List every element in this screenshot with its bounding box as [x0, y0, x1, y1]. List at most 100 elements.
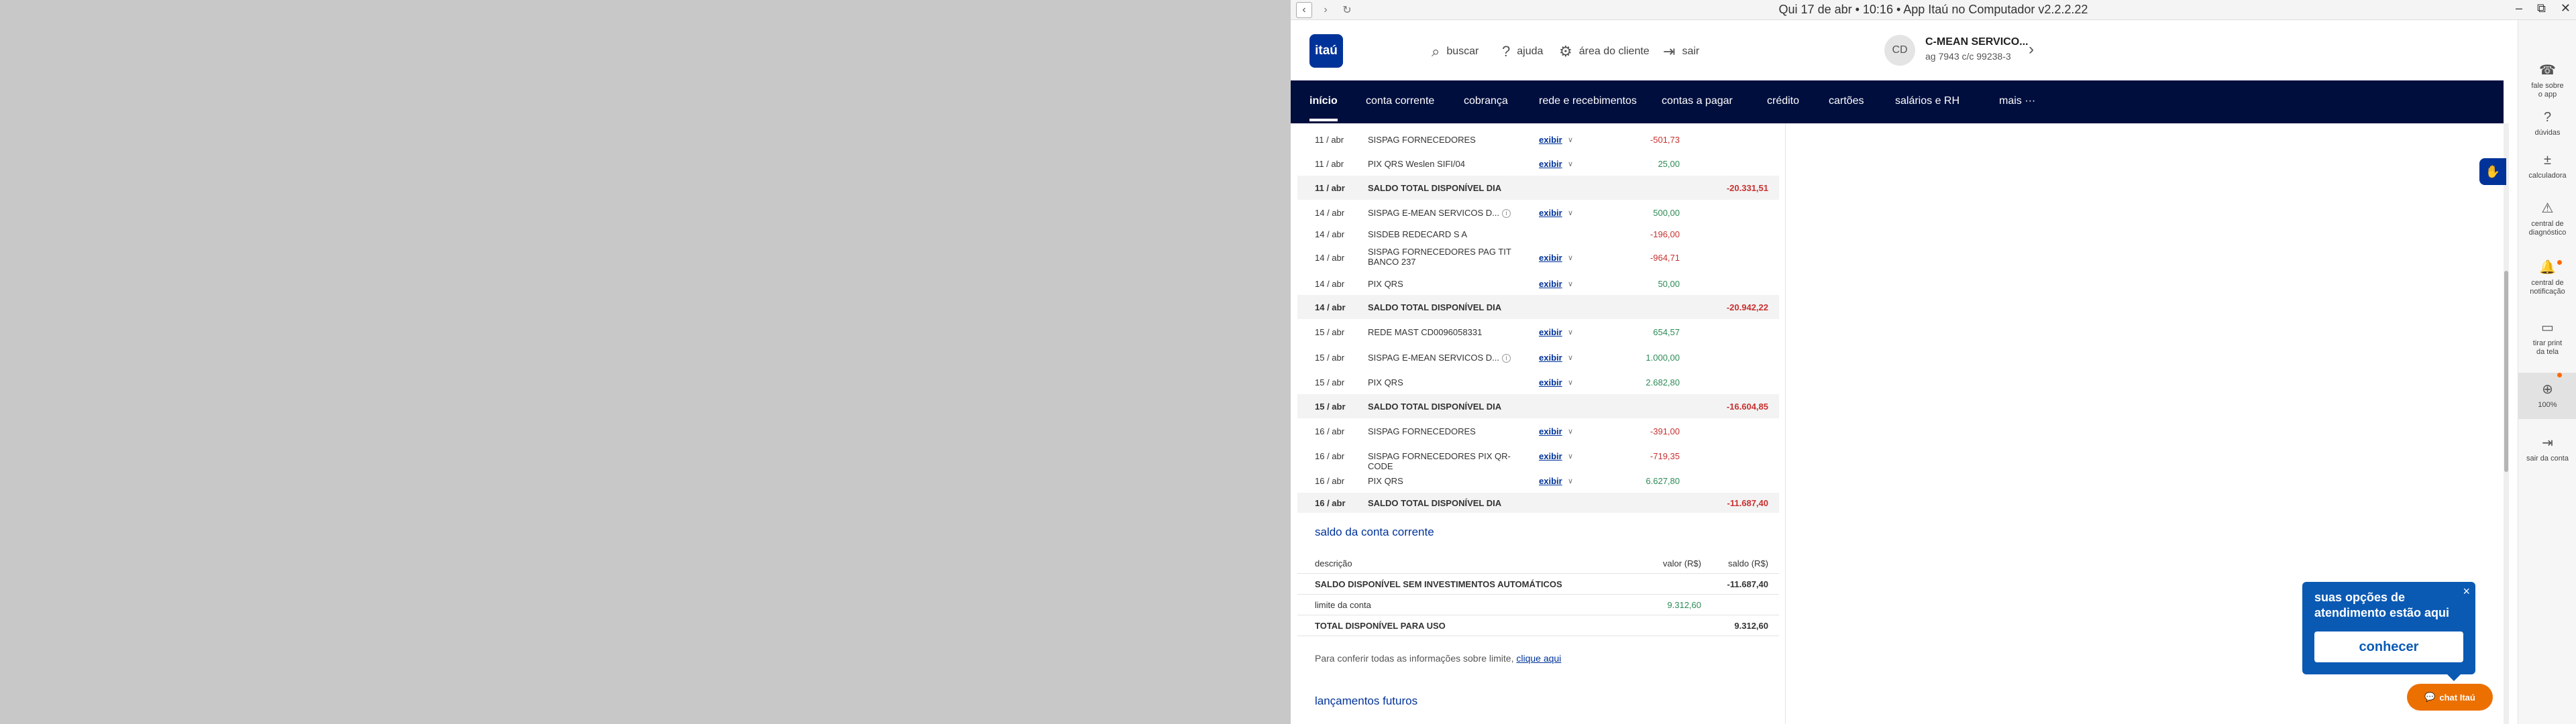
- transaction-row[interactable]: 15 / abr PIX QRS exibir ∨ 2.682,80: [1297, 370, 1779, 394]
- screenshot-tool[interactable]: ▭ tirar print da tela: [2518, 320, 2576, 357]
- chevron-down-icon[interactable]: ∨: [1568, 378, 1573, 387]
- chevron-down-icon[interactable]: ∨: [1568, 353, 1573, 362]
- transaction-row[interactable]: 11 / abr SISPAG FORNECEDORES exibir ∨ -501,7…: [1297, 127, 1779, 152]
- transaction-row[interactable]: 15 / abr REDE MAST CD0096058331 exibir ∨ 654…: [1297, 319, 1779, 345]
- chevron-down-icon[interactable]: ∨: [1568, 160, 1573, 168]
- row-description-text: PIX QRS: [1368, 476, 1403, 486]
- row-value: 2.682,80: [1646, 377, 1680, 387]
- transaction-row[interactable]: 14 / abr SISPAG FORNECEDORES PAG TIT BANC…: [1297, 243, 1779, 272]
- zoom-tool[interactable]: ⊕ 100%: [2518, 373, 2576, 419]
- show-details-link[interactable]: exibir: [1539, 426, 1562, 436]
- row-date: 11 / abr: [1315, 183, 1345, 193]
- row-description: PIX QRS: [1368, 279, 1522, 289]
- tools-sidebar: ☎ fale sobre o app ? dúvidas ± calculadora ⚠ cen…: [2518, 20, 2576, 724]
- transaction-row[interactable]: 14 / abr PIX QRS exibir ∨ 50,00: [1297, 272, 1779, 295]
- main-nav: início conta corrente cobrança rede e re…: [1291, 80, 2504, 123]
- popup-arrow: [2447, 674, 2461, 681]
- feedback-tool[interactable]: ☎ fale sobre o app: [2518, 63, 2576, 99]
- transaction-row[interactable]: 11 / abr PIX QRS Weslen SIFI/04 exibir ∨ 25,…: [1297, 152, 1779, 176]
- chevron-down-icon[interactable]: ∨: [1568, 280, 1573, 288]
- maximize-icon[interactable]: ⧉: [2537, 1, 2546, 15]
- logout-tool[interactable]: ⇥ sair da conta: [2518, 436, 2576, 463]
- row-description-text: SALDO TOTAL DISPONÍVEL DIA: [1368, 498, 1502, 508]
- nav-item-rede[interactable]: rede e recebimentos: [1539, 95, 1637, 107]
- row-description-text: SISPAG E-MEAN SERVICOS D...: [1368, 353, 1500, 363]
- chevron-down-icon[interactable]: ∨: [1568, 427, 1573, 436]
- logout-link[interactable]: ⇥ sair: [1663, 43, 1699, 60]
- nav-item-conta-corrente[interactable]: conta corrente: [1366, 95, 1434, 107]
- nav-item-contas-a-pagar[interactable]: contas a pagar: [1662, 95, 1733, 107]
- transaction-row[interactable]: 15 / abr SISPAG E-MEAN SERVICOS D... i exib…: [1297, 345, 1779, 370]
- row-date: 11 / abr: [1315, 135, 1344, 145]
- row-date: 14 / abr: [1315, 229, 1345, 239]
- balance-row-desc: limite da conta: [1315, 600, 1371, 610]
- limit-info-link[interactable]: clique aqui: [1516, 653, 1561, 664]
- tool-label: tirar print: [2532, 339, 2563, 347]
- info-icon[interactable]: i: [1502, 354, 1511, 363]
- transaction-row[interactable]: 16 / abr SISPAG FORNECEDORES exibir ∨ -391,0…: [1297, 418, 1779, 443]
- window-title: Qui 17 de abr • 10:16 • App Itaú no Comp…: [1778, 3, 2088, 16]
- show-details-link[interactable]: exibir: [1539, 327, 1562, 337]
- row-description: SISPAG E-MEAN SERVICOS D... i: [1368, 208, 1522, 219]
- chevron-down-icon[interactable]: ∨: [1568, 208, 1573, 217]
- help-link[interactable]: ? ajuda: [1502, 43, 1543, 60]
- show-details-link[interactable]: exibir: [1539, 279, 1562, 289]
- row-date: 16 / abr: [1315, 451, 1345, 461]
- chevron-down-icon[interactable]: ∨: [1568, 135, 1573, 144]
- client-area-link[interactable]: ⚙ área do cliente: [1559, 43, 1650, 60]
- popup-close-icon[interactable]: ×: [2463, 585, 2470, 599]
- chevron-right-icon[interactable]: ›: [2029, 40, 2034, 59]
- notification-tool[interactable]: 🔔 central de notificação: [2518, 260, 2576, 296]
- logout-icon: ⇥: [1663, 43, 1676, 60]
- balance-row-balance: 9.312,60: [1734, 621, 1768, 631]
- close-icon[interactable]: ✕: [2561, 1, 2571, 15]
- row-description: SISDEB REDECARD S A: [1368, 229, 1522, 239]
- transaction-row[interactable]: 16 / abr SISPAG FORNECEDORES PIX QR-CODE e…: [1297, 443, 1779, 471]
- show-details-link[interactable]: exibir: [1539, 476, 1562, 486]
- nav-item-credito[interactable]: crédito: [1767, 95, 1799, 107]
- show-details-link[interactable]: exibir: [1539, 377, 1562, 387]
- diagnostic-tool[interactable]: ⚠ central de diagnóstico: [2518, 201, 2576, 237]
- chat-icon: 💬: [2424, 692, 2436, 702]
- limit-note: Para conferir todas as informações sobre…: [1315, 653, 1561, 664]
- nav-item-mais[interactable]: mais ···: [1999, 95, 2035, 107]
- balance-row-balance: -11.687,40: [1727, 579, 1768, 589]
- col-value-header: valor (R$): [1662, 558, 1701, 568]
- chat-button[interactable]: 💬 chat Itaú: [2407, 684, 2493, 711]
- app-header: itaú ⌕ buscar ? ajuda ⚙ área do cliente …: [1291, 20, 2504, 80]
- nav-item-inicio[interactable]: início: [1309, 95, 1338, 121]
- balance-table-header: descrição valor (R$) saldo (R$): [1297, 553, 1779, 574]
- info-icon[interactable]: i: [1502, 209, 1511, 219]
- chevron-down-icon[interactable]: ∨: [1568, 328, 1573, 337]
- chevron-down-icon[interactable]: ∨: [1568, 253, 1573, 262]
- conhecer-button[interactable]: conhecer: [2314, 631, 2463, 662]
- show-details-link[interactable]: exibir: [1539, 135, 1562, 145]
- scrollbar-thumb[interactable]: [2504, 271, 2508, 472]
- nav-item-cartoes[interactable]: cartões: [1829, 95, 1864, 107]
- row-date: 15 / abr: [1315, 353, 1345, 363]
- minimize-icon[interactable]: –: [2516, 1, 2522, 15]
- show-details-link[interactable]: exibir: [1539, 253, 1562, 263]
- show-details-link[interactable]: exibir: [1539, 353, 1562, 363]
- show-details-link[interactable]: exibir: [1539, 159, 1562, 169]
- account-selector[interactable]: C-MEAN SERVICO... ag 7943 c/c 99238-3: [1925, 36, 2029, 62]
- show-details-link[interactable]: exibir: [1539, 208, 1562, 218]
- scrollbar[interactable]: [2504, 123, 2509, 724]
- avatar[interactable]: CD: [1884, 35, 1915, 66]
- chevron-down-icon[interactable]: ∨: [1568, 477, 1573, 485]
- calculator-tool[interactable]: ± calculadora: [2518, 153, 2576, 180]
- row-description: PIX QRS: [1368, 377, 1522, 387]
- daily-balance-row: 11 / abr SALDO TOTAL DISPONÍVEL DIA -20.33…: [1297, 176, 1779, 200]
- show-details-link[interactable]: exibir: [1539, 451, 1562, 461]
- transaction-row[interactable]: 16 / abr PIX QRS exibir ∨ 6.627,80: [1297, 469, 1779, 493]
- faq-tool[interactable]: ? dúvidas: [2518, 110, 2576, 137]
- transaction-row[interactable]: 14 / abr SISPAG E-MEAN SERVICOS D... i exib…: [1297, 200, 1779, 225]
- search-link[interactable]: ⌕ buscar: [1432, 43, 1479, 60]
- nav-item-salarios[interactable]: salários e RH: [1895, 95, 1960, 107]
- accessibility-hand-icon[interactable]: ✋: [2479, 158, 2506, 185]
- row-description: SALDO TOTAL DISPONÍVEL DIA: [1368, 402, 1522, 412]
- chevron-down-icon[interactable]: ∨: [1568, 452, 1573, 461]
- nav-item-cobranca[interactable]: cobrança: [1464, 95, 1508, 107]
- itau-logo[interactable]: itaú: [1309, 34, 1343, 68]
- row-value: -719,35: [1650, 451, 1680, 461]
